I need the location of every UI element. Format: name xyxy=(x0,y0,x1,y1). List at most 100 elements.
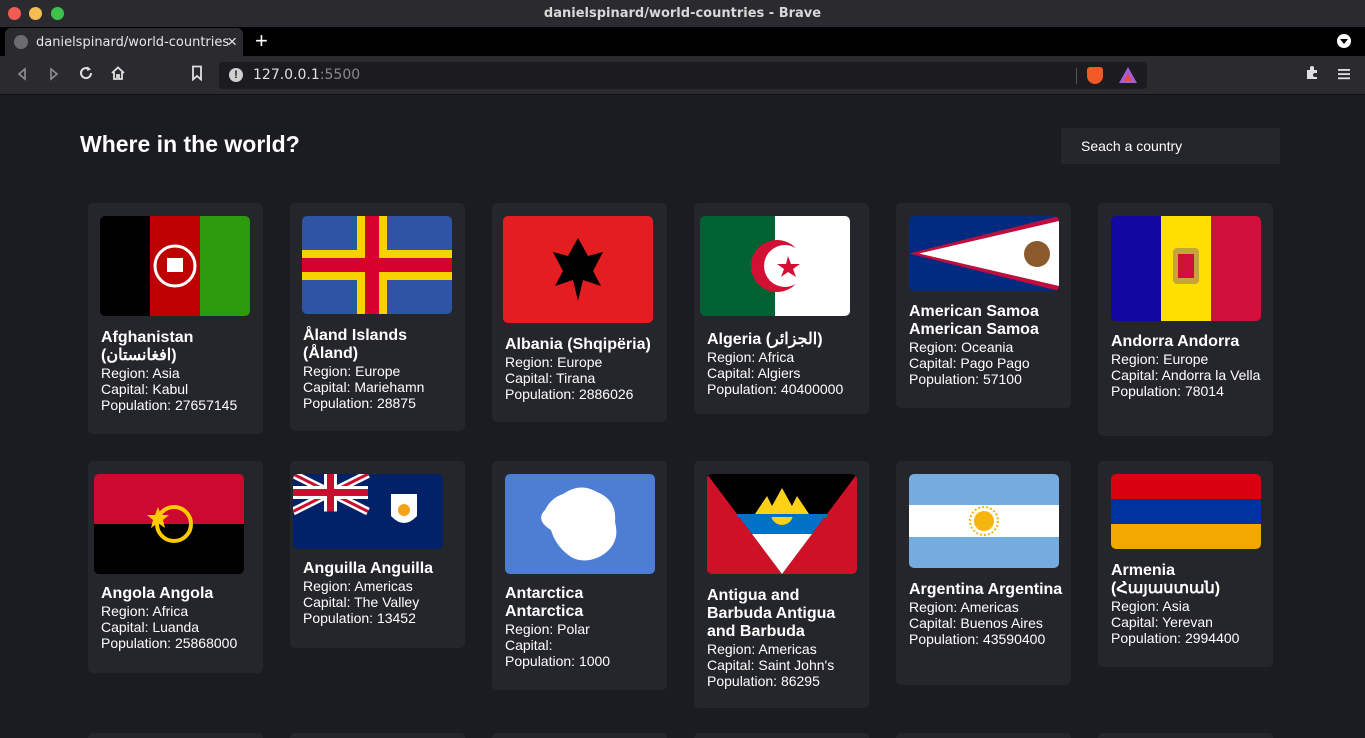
country-info: Argentina Argentina Region: Americas Cap… xyxy=(909,581,1065,647)
country-card[interactable]: Afghanistan (افغانستان) Region: Asia Cap… xyxy=(88,203,263,434)
tab-title: danielspinard/world-countries xyxy=(36,35,230,50)
country-info: Anguilla Anguilla Region: Americas Capit… xyxy=(303,560,459,626)
country-capital: Capital: Andorra la Vella xyxy=(1111,367,1261,383)
country-name: Afghanistan (افغانستان) xyxy=(101,329,194,364)
country-info: Antigua and Barbuda Antigua and Barbuda … xyxy=(707,587,863,689)
country-name: Argentina Argentina xyxy=(909,581,1063,598)
flag-armenia xyxy=(1111,474,1261,549)
url-divider xyxy=(1076,68,1077,84)
country-card[interactable]: Albania (Shqipëria) Region: Europe Capit… xyxy=(492,203,667,422)
home-icon[interactable] xyxy=(108,65,128,85)
page-title: Where in the world? xyxy=(80,131,300,157)
country-capital: Capital: Kabul xyxy=(101,381,189,397)
country-capital: Capital: Tirana xyxy=(505,370,596,386)
country-capital: Capital: Luanda xyxy=(101,619,200,635)
search-input[interactable] xyxy=(1061,128,1280,164)
bookmark-icon[interactable] xyxy=(187,65,207,85)
country-population: Population: 2886026 xyxy=(505,386,634,402)
country-population: Population: 57100 xyxy=(909,371,1022,387)
country-card[interactable]: Anguilla Anguilla Region: Americas Capit… xyxy=(290,461,465,648)
flag-american-samoa xyxy=(909,216,1059,291)
country-region: Region: Asia xyxy=(1111,598,1190,614)
country-name: Angola Angola xyxy=(101,585,214,602)
reload-icon[interactable] xyxy=(76,65,96,85)
country-capital: Capital: Mariehamn xyxy=(303,379,425,395)
menu-icon[interactable] xyxy=(1334,65,1354,85)
country-region: Region: Americas xyxy=(303,578,413,594)
tab-strip: danielspinard/world-countries × + xyxy=(0,27,1365,56)
country-card[interactable] xyxy=(1098,733,1273,738)
country-capital: Capital: Pago Pago xyxy=(909,355,1030,371)
close-tab-icon[interactable]: × xyxy=(227,33,237,50)
country-capital: Capital: Algiers xyxy=(707,365,801,381)
country-region: Region: Europe xyxy=(505,354,603,370)
flag-argentina xyxy=(909,474,1059,568)
site-info-icon[interactable]: ! xyxy=(229,68,243,82)
country-population: Population: 78014 xyxy=(1111,383,1224,399)
country-card[interactable] xyxy=(290,733,465,738)
url-port: :5500 xyxy=(319,67,361,83)
brave-rewards-icon[interactable] xyxy=(1119,67,1137,83)
country-name: Åland Islands (Åland) xyxy=(303,327,408,362)
country-info: Antarctica Antarctica Region: Polar Capi… xyxy=(505,585,661,669)
country-capital: Capital: The Valley xyxy=(303,594,420,610)
flag-aland-islands xyxy=(302,216,452,314)
country-card[interactable] xyxy=(88,733,263,738)
browser-tab[interactable]: danielspinard/world-countries × xyxy=(5,28,243,56)
country-card[interactable]: Antigua and Barbuda Antigua and Barbuda … xyxy=(694,461,869,708)
title-bar: danielspinard/world-countries - Brave xyxy=(0,0,1365,27)
country-card[interactable]: Algeria (الجزائر) Region: Africa Capital… xyxy=(694,203,869,414)
country-region: Region: Africa xyxy=(101,603,189,619)
country-population: Population: 25868000 xyxy=(101,635,238,651)
country-card[interactable]: Åland Islands (Åland) Region: Europe Cap… xyxy=(290,203,465,431)
country-population: Population: 40400000 xyxy=(707,381,844,397)
country-card[interactable]: American Samoa American Samoa Region: Oc… xyxy=(896,203,1071,408)
browser-toolbar: ! 127.0.0.1:5500 xyxy=(0,56,1365,95)
country-card[interactable]: Antarctica Antarctica Region: Polar Capi… xyxy=(492,461,667,690)
flag-andorra xyxy=(1111,216,1261,321)
country-card[interactable]: Angola Angola Region: Africa Capital: Lu… xyxy=(88,461,263,673)
country-name: Antarctica Antarctica xyxy=(505,585,584,620)
country-region: Region: Americas xyxy=(707,641,817,657)
country-card[interactable] xyxy=(694,733,869,738)
country-name: Andorra Andorra xyxy=(1111,333,1240,350)
country-info: Åland Islands (Åland) Region: Europe Cap… xyxy=(303,327,459,411)
country-info: American Samoa American Samoa Region: Oc… xyxy=(909,303,1065,387)
country-name: Anguilla Anguilla xyxy=(303,560,434,577)
country-region: Region: Europe xyxy=(1111,351,1209,367)
tab-search-menu-icon[interactable] xyxy=(1337,34,1351,48)
country-card[interactable] xyxy=(896,733,1071,738)
country-capital: Capital: Saint John's xyxy=(707,657,835,673)
forward-icon[interactable] xyxy=(44,65,64,85)
country-name: Algeria (الجزائر) xyxy=(707,331,823,348)
address-bar[interactable]: ! 127.0.0.1:5500 xyxy=(219,62,1147,89)
country-region: Region: Oceania xyxy=(909,339,1014,355)
country-population: Population: 13452 xyxy=(303,610,416,626)
back-icon[interactable] xyxy=(12,65,32,85)
page-content: Where in the world? Afghanistan (افغانست… xyxy=(0,95,1365,738)
country-capital: Capital: Buenos Aires xyxy=(909,615,1043,631)
country-population: Population: 28875 xyxy=(303,395,416,411)
country-region: Region: Americas xyxy=(909,599,1019,615)
country-region: Region: Asia xyxy=(101,365,180,381)
country-population: Population: 1000 xyxy=(505,653,611,669)
new-tab-button[interactable]: + xyxy=(255,30,268,52)
flag-algeria xyxy=(700,216,850,316)
country-population: Population: 43590400 xyxy=(909,631,1046,647)
country-info: Angola Angola Region: Africa Capital: Lu… xyxy=(101,585,257,651)
brave-shields-icon[interactable] xyxy=(1087,67,1103,84)
country-info: Algeria (الجزائر) Region: Africa Capital… xyxy=(707,331,863,397)
flag-anguilla xyxy=(293,474,443,549)
url-text[interactable]: 127.0.0.1:5500 xyxy=(253,67,360,83)
country-capital: Capital: Yerevan xyxy=(1111,614,1213,630)
window-title: danielspinard/world-countries - Brave xyxy=(543,6,822,21)
country-card[interactable]: Argentina Argentina Region: Americas Cap… xyxy=(896,461,1071,685)
country-name: American Samoa American Samoa xyxy=(909,303,1039,338)
flag-angola xyxy=(94,474,244,574)
country-info: Armenia (Հայաստան) Region: Asia Capital:… xyxy=(1111,562,1267,646)
country-card[interactable] xyxy=(492,733,667,738)
country-card[interactable]: Armenia (Հայաստան) Region: Asia Capital:… xyxy=(1098,461,1273,667)
country-capital: Capital: xyxy=(505,637,553,653)
country-card[interactable]: Andorra Andorra Region: Europe Capital: … xyxy=(1098,203,1273,436)
extensions-icon[interactable] xyxy=(1302,65,1322,85)
